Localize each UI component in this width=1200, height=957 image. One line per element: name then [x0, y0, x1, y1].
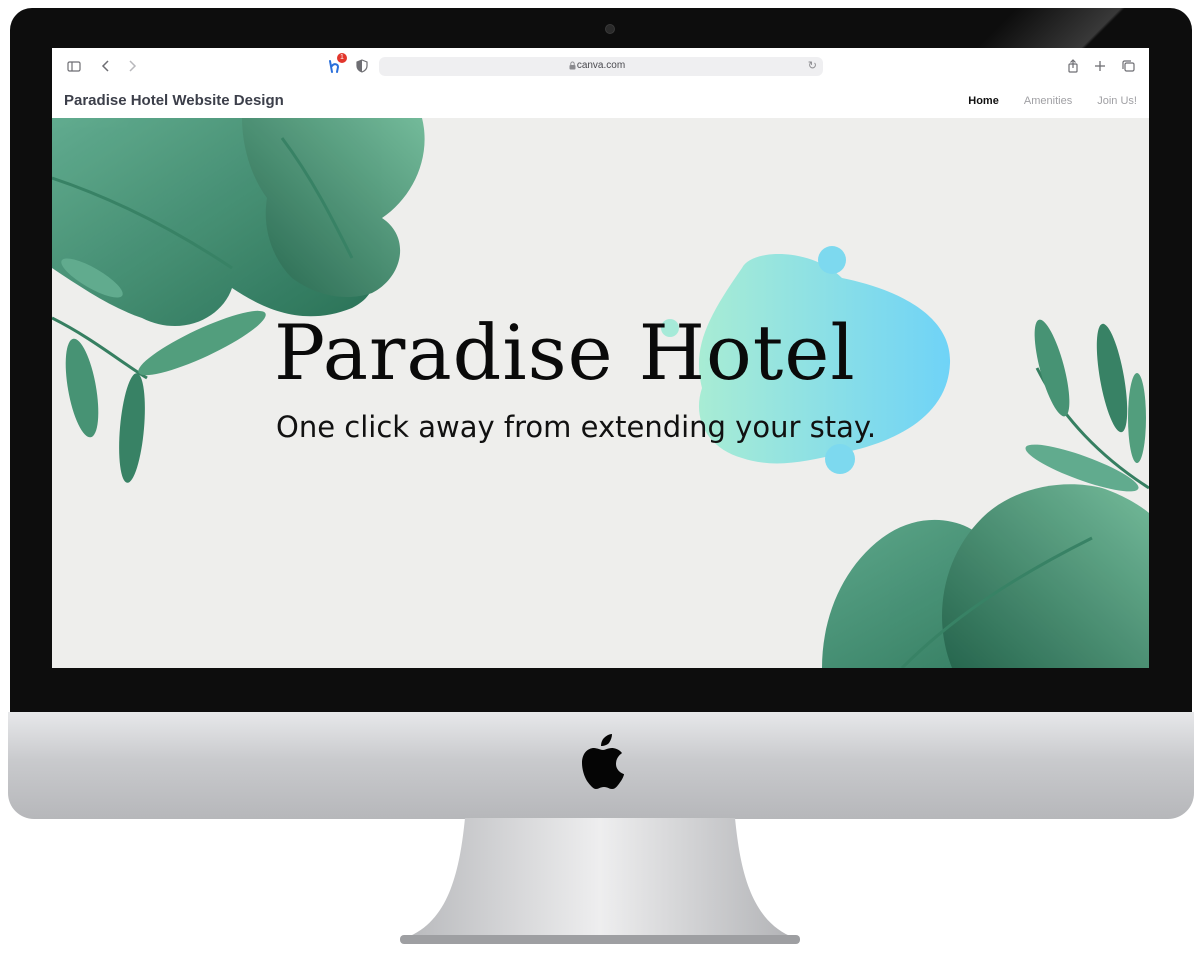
apple-logo-icon — [582, 734, 624, 789]
site-header: Paradise Hotel Website Design Home Ameni… — [52, 84, 1149, 119]
hero-subtitle: One click away from extending your stay. — [276, 410, 877, 444]
url-text: canva.com — [576, 60, 626, 71]
extension-badge: 1 — [337, 53, 347, 63]
browser-toolbar: 1 canva.com ↻ — [52, 48, 1149, 84]
nav-home[interactable]: Home — [968, 95, 999, 107]
nav-join-us[interactable]: Join Us! — [1097, 95, 1137, 107]
new-tab-icon[interactable] — [1092, 58, 1108, 74]
share-icon[interactable] — [1065, 58, 1081, 74]
back-icon[interactable] — [98, 58, 114, 74]
shield-icon[interactable] — [354, 58, 370, 74]
camera-icon — [605, 24, 615, 34]
nav-amenities[interactable]: Amenities — [1024, 95, 1072, 107]
hero-title: Paradise Hotel — [274, 308, 856, 397]
tabs-overview-icon[interactable] — [1120, 58, 1136, 74]
sidebar-icon[interactable] — [66, 58, 82, 74]
monitor-stand — [400, 818, 800, 944]
browser-window: 1 canva.com ↻ Paradise Hotel Website Des… — [52, 48, 1149, 668]
forward-icon[interactable] — [124, 58, 140, 74]
site-title: Paradise Hotel Website Design — [64, 92, 284, 109]
hero-section: Paradise Hotel One click away from exten… — [52, 118, 1149, 668]
reload-icon[interactable]: ↻ — [808, 59, 817, 72]
site-nav: Home Amenities Join Us! — [946, 95, 1137, 107]
address-bar[interactable]: canva.com ↻ — [379, 57, 823, 76]
